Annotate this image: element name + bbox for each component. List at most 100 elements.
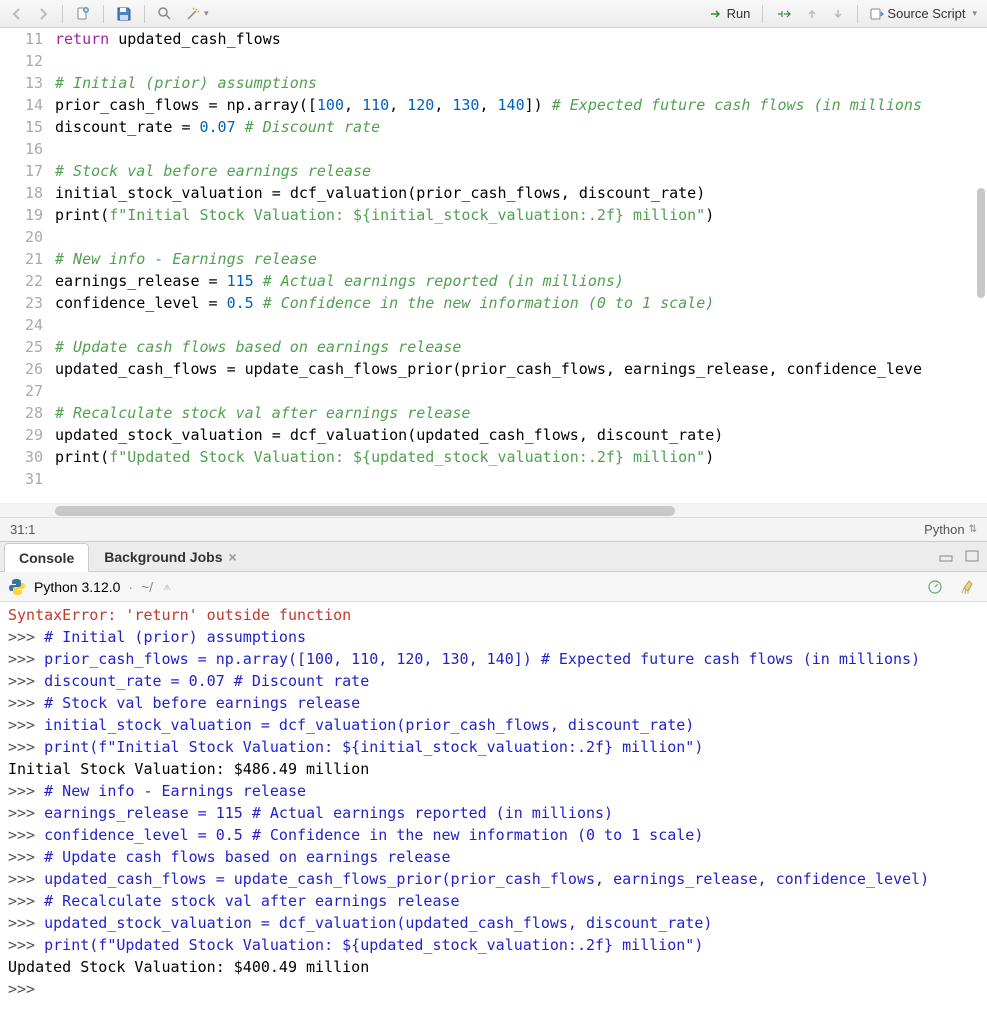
code-line[interactable]: initial_stock_valuation = dcf_valuation(… [55, 182, 987, 204]
line-number: 24 [0, 314, 43, 336]
wand-button[interactable]: ▾ [181, 3, 213, 25]
new-file-button[interactable] [71, 3, 95, 25]
code-line[interactable] [55, 50, 987, 72]
code-area[interactable]: return updated_cash_flows # Initial (prio… [55, 28, 987, 503]
code-line[interactable]: earnings_release = 115 # Actual earnings… [55, 270, 987, 292]
console-clear-button[interactable] [955, 576, 979, 598]
console-output[interactable]: SyntaxError: 'return' outside function>>… [0, 602, 987, 1024]
scrollbar-thumb[interactable] [55, 506, 675, 516]
line-number: 30 [0, 446, 43, 468]
console-line: Initial Stock Valuation: $486.49 million [8, 758, 979, 780]
code-line[interactable]: print(f"Updated Stock Valuation: ${updat… [55, 446, 987, 468]
code-line[interactable]: return updated_cash_flows [55, 28, 987, 50]
close-icon[interactable]: × [228, 549, 236, 565]
tab-console-label: Console [19, 550, 74, 566]
rerun-icon [775, 8, 793, 20]
python-icon [8, 578, 26, 596]
line-number: 28 [0, 402, 43, 424]
console-line: >>> print(f"Initial Stock Valuation: ${i… [8, 736, 979, 758]
code-line[interactable]: # Update cash flows based on earnings re… [55, 336, 987, 358]
forward-button[interactable] [32, 3, 54, 25]
up-button[interactable] [801, 3, 823, 25]
search-button[interactable] [153, 3, 177, 25]
line-number: 13 [0, 72, 43, 94]
console-line: >>> earnings_release = 115 # Actual earn… [8, 802, 979, 824]
tab-bgjobs-label: Background Jobs [104, 549, 222, 565]
bottom-tabs: Console Background Jobs × [0, 542, 987, 572]
code-line[interactable] [55, 226, 987, 248]
line-number: 27 [0, 380, 43, 402]
console-line: >>> # Update cash flows based on earning… [8, 846, 979, 868]
horizontal-scrollbar[interactable] [0, 503, 987, 517]
source-label: Source Script [887, 6, 965, 21]
save-icon [116, 6, 132, 22]
main-toolbar: ▾ Run Source Script ▾ [0, 0, 987, 28]
save-button[interactable] [112, 3, 136, 25]
code-line[interactable] [55, 138, 987, 160]
code-line[interactable]: updated_cash_flows = update_cash_flows_p… [55, 358, 987, 380]
code-line[interactable]: # New info - Earnings release [55, 248, 987, 270]
line-number: 15 [0, 116, 43, 138]
code-line[interactable]: prior_cash_flows = np.array([100, 110, 1… [55, 94, 987, 116]
console-line: >>> updated_cash_flows = update_cash_flo… [8, 868, 979, 890]
console-line: >>> confidence_level = 0.5 # Confidence … [8, 824, 979, 846]
language-selector[interactable]: Python ⇅ [924, 522, 977, 537]
line-number: 14 [0, 94, 43, 116]
console-line: Updated Stock Valuation: $400.49 million [8, 956, 979, 978]
line-number: 23 [0, 292, 43, 314]
share-icon[interactable] [161, 581, 173, 593]
console-line: >>> [8, 978, 979, 1000]
code-line[interactable]: confidence_level = 0.5 # Confidence in t… [55, 292, 987, 314]
rerun-button[interactable] [771, 3, 797, 25]
line-gutter: 1112131415161718192021222324252627282930… [0, 28, 55, 503]
run-label: Run [727, 6, 751, 21]
console-line: >>> print(f"Updated Stock Valuation: ${u… [8, 934, 979, 956]
code-line[interactable]: # Stock val before earnings release [55, 160, 987, 182]
gauge-icon [927, 579, 943, 595]
document-icon [75, 6, 91, 22]
code-line[interactable] [55, 468, 987, 490]
console-header: Python 3.12.0 · ~/ [0, 572, 987, 602]
line-number: 20 [0, 226, 43, 248]
line-number: 22 [0, 270, 43, 292]
line-number: 19 [0, 204, 43, 226]
console-line: SyntaxError: 'return' outside function [8, 604, 979, 626]
line-number: 29 [0, 424, 43, 446]
code-line[interactable]: # Initial (prior) assumptions [55, 72, 987, 94]
source-icon [870, 8, 884, 20]
tab-background-jobs[interactable]: Background Jobs × [89, 542, 251, 571]
run-icon [710, 9, 724, 19]
wand-icon [185, 6, 201, 22]
back-button[interactable] [6, 3, 28, 25]
console-line: >>> discount_rate = 0.07 # Discount rate [8, 670, 979, 692]
console-line: >>> # Initial (prior) assumptions [8, 626, 979, 648]
line-number: 11 [0, 28, 43, 50]
line-number: 31 [0, 468, 43, 490]
console-line: >>> # Recalculate stock val after earnin… [8, 890, 979, 912]
source-button[interactable]: Source Script ▾ [866, 3, 981, 25]
down-button[interactable] [827, 3, 849, 25]
code-line[interactable]: discount_rate = 0.07 # Discount rate [55, 116, 987, 138]
language-label: Python [924, 522, 964, 537]
console-line: >>> updated_stock_valuation = dcf_valuat… [8, 912, 979, 934]
run-button[interactable]: Run [706, 3, 755, 25]
maximize-button[interactable] [961, 545, 983, 567]
broom-icon [959, 579, 975, 595]
code-line[interactable] [55, 380, 987, 402]
maximize-icon [965, 550, 979, 562]
minimize-button[interactable] [935, 545, 957, 567]
console-settings-button[interactable] [923, 576, 947, 598]
vertical-scrollbar[interactable] [977, 188, 985, 298]
code-line[interactable]: updated_stock_valuation = dcf_valuation(… [55, 424, 987, 446]
tab-console[interactable]: Console [4, 543, 89, 572]
editor-pane: 1112131415161718192021222324252627282930… [0, 28, 987, 542]
code-line[interactable] [55, 314, 987, 336]
minimize-icon [939, 550, 953, 562]
line-number: 26 [0, 358, 43, 380]
code-editor[interactable]: 1112131415161718192021222324252627282930… [0, 28, 987, 503]
code-line[interactable]: # Recalculate stock val after earnings r… [55, 402, 987, 424]
arrow-up-icon [806, 8, 818, 20]
code-line[interactable]: print(f"Initial Stock Valuation: ${initi… [55, 204, 987, 226]
arrow-left-icon [10, 7, 24, 21]
editor-status-bar: 31:1 Python ⇅ [0, 517, 987, 541]
